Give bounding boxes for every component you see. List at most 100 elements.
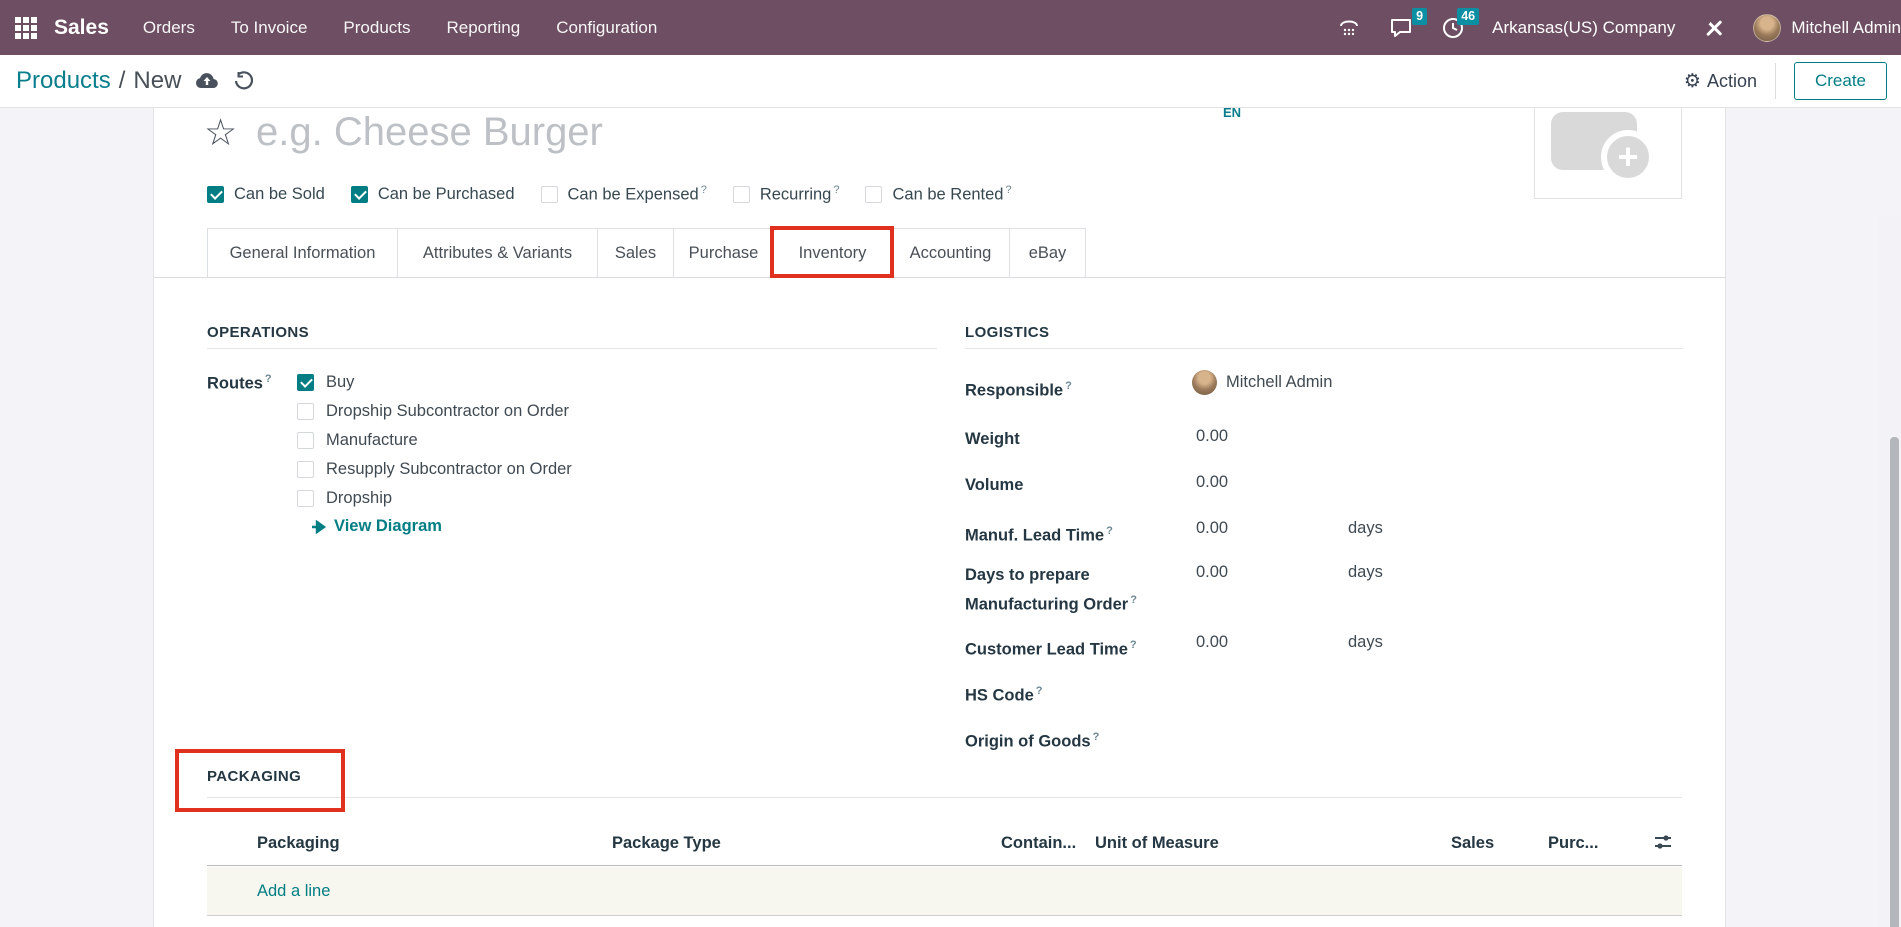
- nav-item-orders[interactable]: Orders: [143, 18, 195, 38]
- can-be-purchased-checkbox[interactable]: [351, 186, 368, 203]
- can-be-expensed-checkbox[interactable]: [541, 186, 558, 203]
- route-resupply-subcontractor-checkbox[interactable]: [297, 461, 314, 478]
- phone-icon[interactable]: [1336, 15, 1362, 41]
- add-a-line-link[interactable]: Add a line: [257, 882, 330, 901]
- tab-purchase[interactable]: Purchase: [674, 228, 774, 277]
- apps-grid-icon[interactable]: [14, 16, 38, 40]
- scrollbar-track[interactable]: [1878, 216, 1901, 927]
- activities-clock-icon[interactable]: 46: [1440, 15, 1466, 41]
- route-dropship-checkbox[interactable]: [297, 490, 314, 507]
- tab-inventory[interactable]: Inventory: [774, 228, 892, 277]
- product-flags-row: Can be Sold Can be Purchased Can be Expe…: [207, 184, 1012, 205]
- language-tag[interactable]: EN: [1223, 105, 1241, 120]
- nav-item-products[interactable]: Products: [343, 18, 410, 38]
- can-be-rented[interactable]: Can be Rented?: [865, 184, 1011, 205]
- weight-input[interactable]: 0.00: [1196, 427, 1228, 446]
- optional-columns-icon[interactable]: [1652, 831, 1674, 858]
- gear-icon: ⚙: [1684, 70, 1701, 93]
- favorite-star-icon[interactable]: ☆: [204, 114, 237, 151]
- recurring-checkbox[interactable]: [733, 186, 750, 203]
- tab-general-information[interactable]: General Information: [207, 228, 398, 277]
- can-be-rented-checkbox[interactable]: [865, 186, 882, 203]
- activities-badge: 46: [1457, 8, 1479, 25]
- main-area: ☆ e.g. Cheese Burger EN + Can be Sold Ca…: [0, 108, 1901, 927]
- product-image-placeholder[interactable]: +: [1534, 108, 1682, 199]
- packaging-add-row: Add a line: [207, 867, 1682, 916]
- col-unit-of-measure[interactable]: Unit of Measure: [1095, 834, 1219, 853]
- recurring-label: Recurring?: [760, 184, 840, 205]
- table-header-border: [207, 865, 1682, 866]
- responsible-avatar: [1192, 370, 1217, 395]
- messages-badge: 9: [1412, 8, 1427, 25]
- form-sheet: ☆ e.g. Cheese Burger EN + Can be Sold Ca…: [153, 108, 1726, 927]
- route-dropship-subcontractor-checkbox[interactable]: [297, 403, 314, 420]
- days-to-prepare-input[interactable]: 0.00: [1196, 563, 1228, 582]
- route-dropship-subcontractor[interactable]: Dropship Subcontractor on Order: [297, 402, 569, 421]
- page: Sales Orders To Invoice Products Reporti…: [0, 0, 1901, 927]
- tab-accounting[interactable]: Accounting: [892, 228, 1010, 277]
- customer-lead-time-input[interactable]: 0.00: [1196, 633, 1228, 652]
- route-resupply-subcontractor[interactable]: Resupply Subcontractor on Order: [297, 460, 572, 479]
- user-menu[interactable]: Mitchell Admin: [1791, 18, 1901, 38]
- manuf-lead-time-input[interactable]: 0.00: [1196, 519, 1228, 538]
- route-buy[interactable]: Buy: [297, 373, 354, 392]
- app-name[interactable]: Sales: [54, 16, 109, 40]
- col-package-type[interactable]: Package Type: [612, 834, 721, 853]
- tab-attributes-variants[interactable]: Attributes & Variants: [398, 228, 598, 277]
- route-manufacture[interactable]: Manufacture: [297, 431, 418, 450]
- col-contained-qty[interactable]: Contain...: [1001, 834, 1076, 853]
- tab-ebay[interactable]: eBay: [1010, 228, 1086, 277]
- control-panel: Products / New ⚙ Action Create: [0, 55, 1901, 108]
- add-image-plus-icon: +: [1601, 130, 1655, 184]
- action-label: Action: [1707, 71, 1757, 92]
- company-switcher[interactable]: Arkansas(US) Company: [1492, 18, 1675, 38]
- top-nav: Sales Orders To Invoice Products Reporti…: [0, 0, 1901, 55]
- action-menu[interactable]: ⚙ Action: [1684, 70, 1757, 93]
- divider: [207, 348, 937, 349]
- nav-item-configuration[interactable]: Configuration: [556, 18, 657, 38]
- divider: [1775, 63, 1776, 99]
- operations-section: OPERATIONS Routes? Buy Dropship Subcontr…: [207, 324, 937, 341]
- scrollbar-thumb[interactable]: [1890, 437, 1899, 927]
- breadcrumb-current: New: [133, 67, 181, 95]
- can-be-sold-checkbox[interactable]: [207, 186, 224, 203]
- divider: [207, 797, 1682, 798]
- divider: [965, 348, 1683, 349]
- arrow-right-icon: [311, 520, 327, 534]
- view-diagram-link[interactable]: View Diagram: [311, 517, 442, 536]
- can-be-expensed[interactable]: Can be Expensed?: [541, 184, 707, 205]
- operations-title: OPERATIONS: [207, 324, 937, 341]
- nav-menu: Orders To Invoice Products Reporting Con…: [143, 18, 657, 38]
- route-dropship[interactable]: Dropship: [297, 489, 392, 508]
- nav-item-to-invoice[interactable]: To Invoice: [231, 18, 308, 38]
- breadcrumb-separator: /: [119, 67, 126, 95]
- messages-icon[interactable]: 9: [1388, 15, 1414, 41]
- can-be-purchased[interactable]: Can be Purchased: [351, 185, 515, 204]
- tools-icon[interactable]: [1701, 15, 1727, 41]
- recurring[interactable]: Recurring?: [733, 184, 840, 205]
- col-purchase[interactable]: Purc...: [1548, 834, 1598, 853]
- tab-sales[interactable]: Sales: [598, 228, 674, 277]
- responsible-value[interactable]: Mitchell Admin: [1192, 370, 1332, 395]
- col-packaging[interactable]: Packaging: [257, 834, 340, 853]
- nav-item-reporting[interactable]: Reporting: [447, 18, 521, 38]
- col-sales[interactable]: Sales: [1451, 834, 1494, 853]
- discard-undo-icon[interactable]: [233, 71, 253, 91]
- create-button[interactable]: Create: [1794, 62, 1887, 100]
- route-buy-checkbox[interactable]: [297, 374, 314, 391]
- breadcrumb-products-link[interactable]: Products: [16, 67, 111, 95]
- can-be-purchased-label: Can be Purchased: [378, 185, 515, 204]
- packaging-title: PACKAGING: [207, 768, 301, 785]
- product-name-input[interactable]: e.g. Cheese Burger: [256, 110, 603, 155]
- user-avatar[interactable]: [1753, 14, 1781, 42]
- logistics-section: LOGISTICS Responsible? Mitchell Admin We…: [965, 324, 1683, 341]
- save-cloud-icon[interactable]: [195, 71, 219, 91]
- route-manufacture-checkbox[interactable]: [297, 432, 314, 449]
- notebook-tabs: General Information Attributes & Variant…: [154, 228, 1725, 278]
- can-be-expensed-label: Can be Expensed?: [568, 184, 707, 205]
- breadcrumb: Products / New: [16, 67, 181, 95]
- can-be-rented-label: Can be Rented?: [892, 184, 1011, 205]
- logistics-title: LOGISTICS: [965, 324, 1683, 341]
- volume-input[interactable]: 0.00: [1196, 473, 1228, 492]
- can-be-sold[interactable]: Can be Sold: [207, 185, 325, 204]
